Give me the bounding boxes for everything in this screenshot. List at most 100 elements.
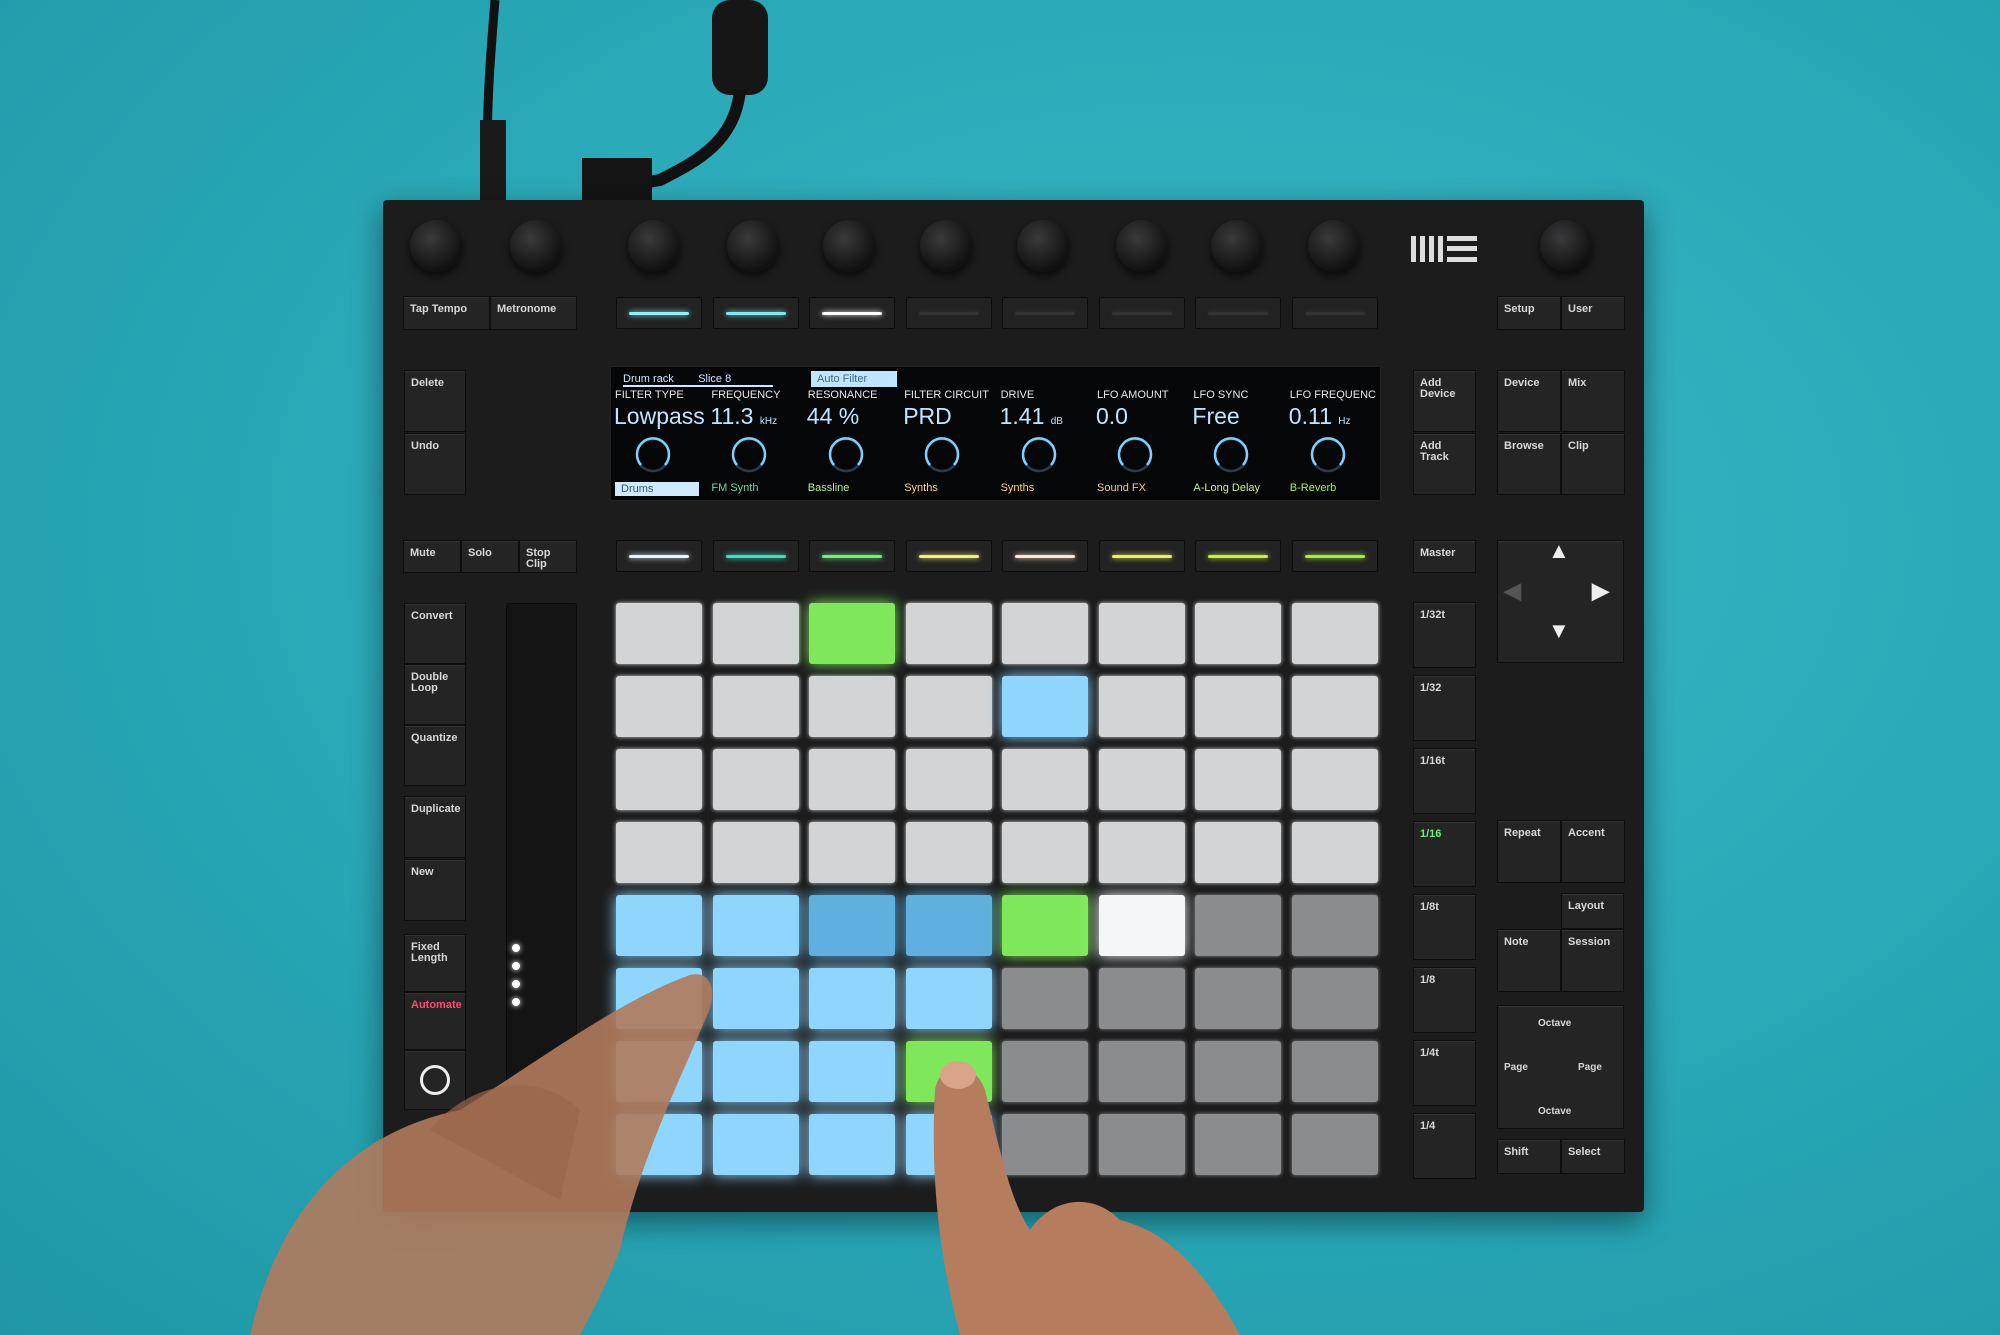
arrow-down-icon[interactable]: ▼ xyxy=(1548,620,1570,642)
pad[interactable] xyxy=(905,1114,992,1175)
arrow-left-icon[interactable]: ◀ xyxy=(1504,580,1521,602)
pad[interactable] xyxy=(1098,968,1185,1029)
lower-strip-button[interactable] xyxy=(1291,540,1378,572)
scene-button-1-32[interactable]: 1/32 xyxy=(1413,675,1476,741)
pad[interactable] xyxy=(1098,749,1185,810)
mute-button[interactable]: Mute xyxy=(403,540,461,573)
pad[interactable] xyxy=(1098,895,1185,956)
pad[interactable] xyxy=(616,822,702,883)
upper-strip-button[interactable] xyxy=(1291,297,1378,329)
pad[interactable] xyxy=(809,822,895,883)
pad[interactable] xyxy=(905,822,992,883)
stop-clip-button[interactable]: Stop Clip xyxy=(519,540,577,573)
convert-button[interactable]: Convert xyxy=(404,603,466,664)
upper-strip-button[interactable] xyxy=(1195,297,1281,329)
pad[interactable] xyxy=(1098,822,1185,883)
encoder-knob[interactable] xyxy=(1308,220,1360,272)
scene-button-1-32t[interactable]: 1/32t xyxy=(1413,602,1476,668)
lower-strip-button[interactable] xyxy=(616,540,702,572)
fixed-length-button[interactable]: Fixed Length xyxy=(404,934,466,992)
pad[interactable] xyxy=(905,968,992,1029)
upper-strip-button[interactable] xyxy=(616,297,702,329)
pad[interactable] xyxy=(1291,822,1378,883)
lower-strip-button[interactable] xyxy=(1098,540,1185,572)
scene-button-1-4[interactable]: 1/4 xyxy=(1413,1113,1476,1179)
scene-button-1-8[interactable]: 1/8 xyxy=(1413,967,1476,1033)
pad[interactable] xyxy=(809,895,895,956)
setup-button[interactable]: Setup xyxy=(1497,296,1561,330)
pad[interactable] xyxy=(616,603,702,664)
master-button[interactable]: Master xyxy=(1413,540,1476,573)
device-button[interactable]: Device xyxy=(1497,370,1561,432)
encoder-knob[interactable] xyxy=(920,220,972,272)
add-device-button[interactable]: Add Device xyxy=(1413,370,1476,432)
octave-page-down-button[interactable]: Octave xyxy=(1538,1106,1571,1117)
undo-button[interactable]: Undo xyxy=(404,433,466,495)
lower-strip-button[interactable] xyxy=(1002,540,1088,572)
scene-button-1-4t[interactable]: 1/4t xyxy=(1413,1040,1476,1106)
quantize-button[interactable]: Quantize xyxy=(404,725,466,786)
user-button[interactable]: User xyxy=(1561,296,1625,330)
add-track-button[interactable]: Add Track xyxy=(1413,433,1476,495)
pad[interactable] xyxy=(1002,968,1088,1029)
octave-page-right-button[interactable]: Page xyxy=(1578,1062,1602,1073)
pad[interactable] xyxy=(1195,968,1281,1029)
pad[interactable] xyxy=(1291,749,1378,810)
encoder-knob[interactable] xyxy=(628,220,680,272)
pad[interactable] xyxy=(712,603,799,664)
pad[interactable] xyxy=(905,676,992,737)
shift-button[interactable]: Shift xyxy=(1497,1139,1561,1174)
pad[interactable] xyxy=(1002,895,1088,956)
pad[interactable] xyxy=(616,1041,702,1102)
pad[interactable] xyxy=(809,1041,895,1102)
pad[interactable] xyxy=(1002,676,1088,737)
metronome-button[interactable]: Metronome xyxy=(490,296,577,330)
pad[interactable] xyxy=(1002,1041,1088,1102)
pad[interactable] xyxy=(1195,1114,1281,1175)
pad[interactable] xyxy=(1195,895,1281,956)
pad[interactable] xyxy=(905,749,992,810)
pad[interactable] xyxy=(616,676,702,737)
pad[interactable] xyxy=(712,822,799,883)
clip-button[interactable]: Clip xyxy=(1561,433,1625,495)
pad[interactable] xyxy=(809,1114,895,1175)
pad[interactable] xyxy=(1195,749,1281,810)
pad[interactable] xyxy=(1291,895,1378,956)
octave-page-pad[interactable]: Octave Octave Page Page xyxy=(1497,1005,1624,1129)
accent-button[interactable]: Accent xyxy=(1561,820,1625,883)
pad[interactable] xyxy=(1195,822,1281,883)
duplicate-button[interactable]: Duplicate xyxy=(404,796,466,858)
octave-page-up-button[interactable]: Octave xyxy=(1538,1018,1571,1029)
tap-tempo-button[interactable]: Tap Tempo xyxy=(403,296,490,330)
delete-button[interactable]: Delete xyxy=(404,370,466,432)
select-button[interactable]: Select xyxy=(1561,1139,1625,1174)
encoder-knob[interactable] xyxy=(1017,220,1069,272)
encoder-knob[interactable] xyxy=(727,220,779,272)
pad[interactable] xyxy=(616,968,702,1029)
pad[interactable] xyxy=(1195,1041,1281,1102)
browse-button[interactable]: Browse xyxy=(1497,433,1561,495)
scene-button-1-16[interactable]: 1/16 xyxy=(1413,821,1476,887)
upper-strip-button[interactable] xyxy=(712,297,799,329)
pad[interactable] xyxy=(1002,749,1088,810)
pad[interactable] xyxy=(1195,676,1281,737)
pad[interactable] xyxy=(616,1114,702,1175)
encoder-knob[interactable] xyxy=(1116,220,1168,272)
lower-strip-button[interactable] xyxy=(712,540,799,572)
pad[interactable] xyxy=(1291,1114,1378,1175)
solo-button[interactable]: Solo xyxy=(461,540,519,573)
arrow-right-icon[interactable]: ▶ xyxy=(1592,580,1609,602)
lower-strip-button[interactable] xyxy=(1195,540,1281,572)
arrow-up-icon[interactable]: ▲ xyxy=(1548,540,1570,562)
pad[interactable] xyxy=(1291,676,1378,737)
layout-button[interactable]: Layout xyxy=(1561,893,1624,929)
encoder-knob[interactable] xyxy=(1211,220,1263,272)
upper-strip-button[interactable] xyxy=(905,297,992,329)
upper-strip-button[interactable] xyxy=(1002,297,1088,329)
pad[interactable] xyxy=(616,895,702,956)
pad[interactable] xyxy=(1002,1114,1088,1175)
repeat-button[interactable]: Repeat xyxy=(1497,820,1561,883)
pad[interactable] xyxy=(712,968,799,1029)
pad[interactable] xyxy=(1195,603,1281,664)
pad[interactable] xyxy=(1002,822,1088,883)
